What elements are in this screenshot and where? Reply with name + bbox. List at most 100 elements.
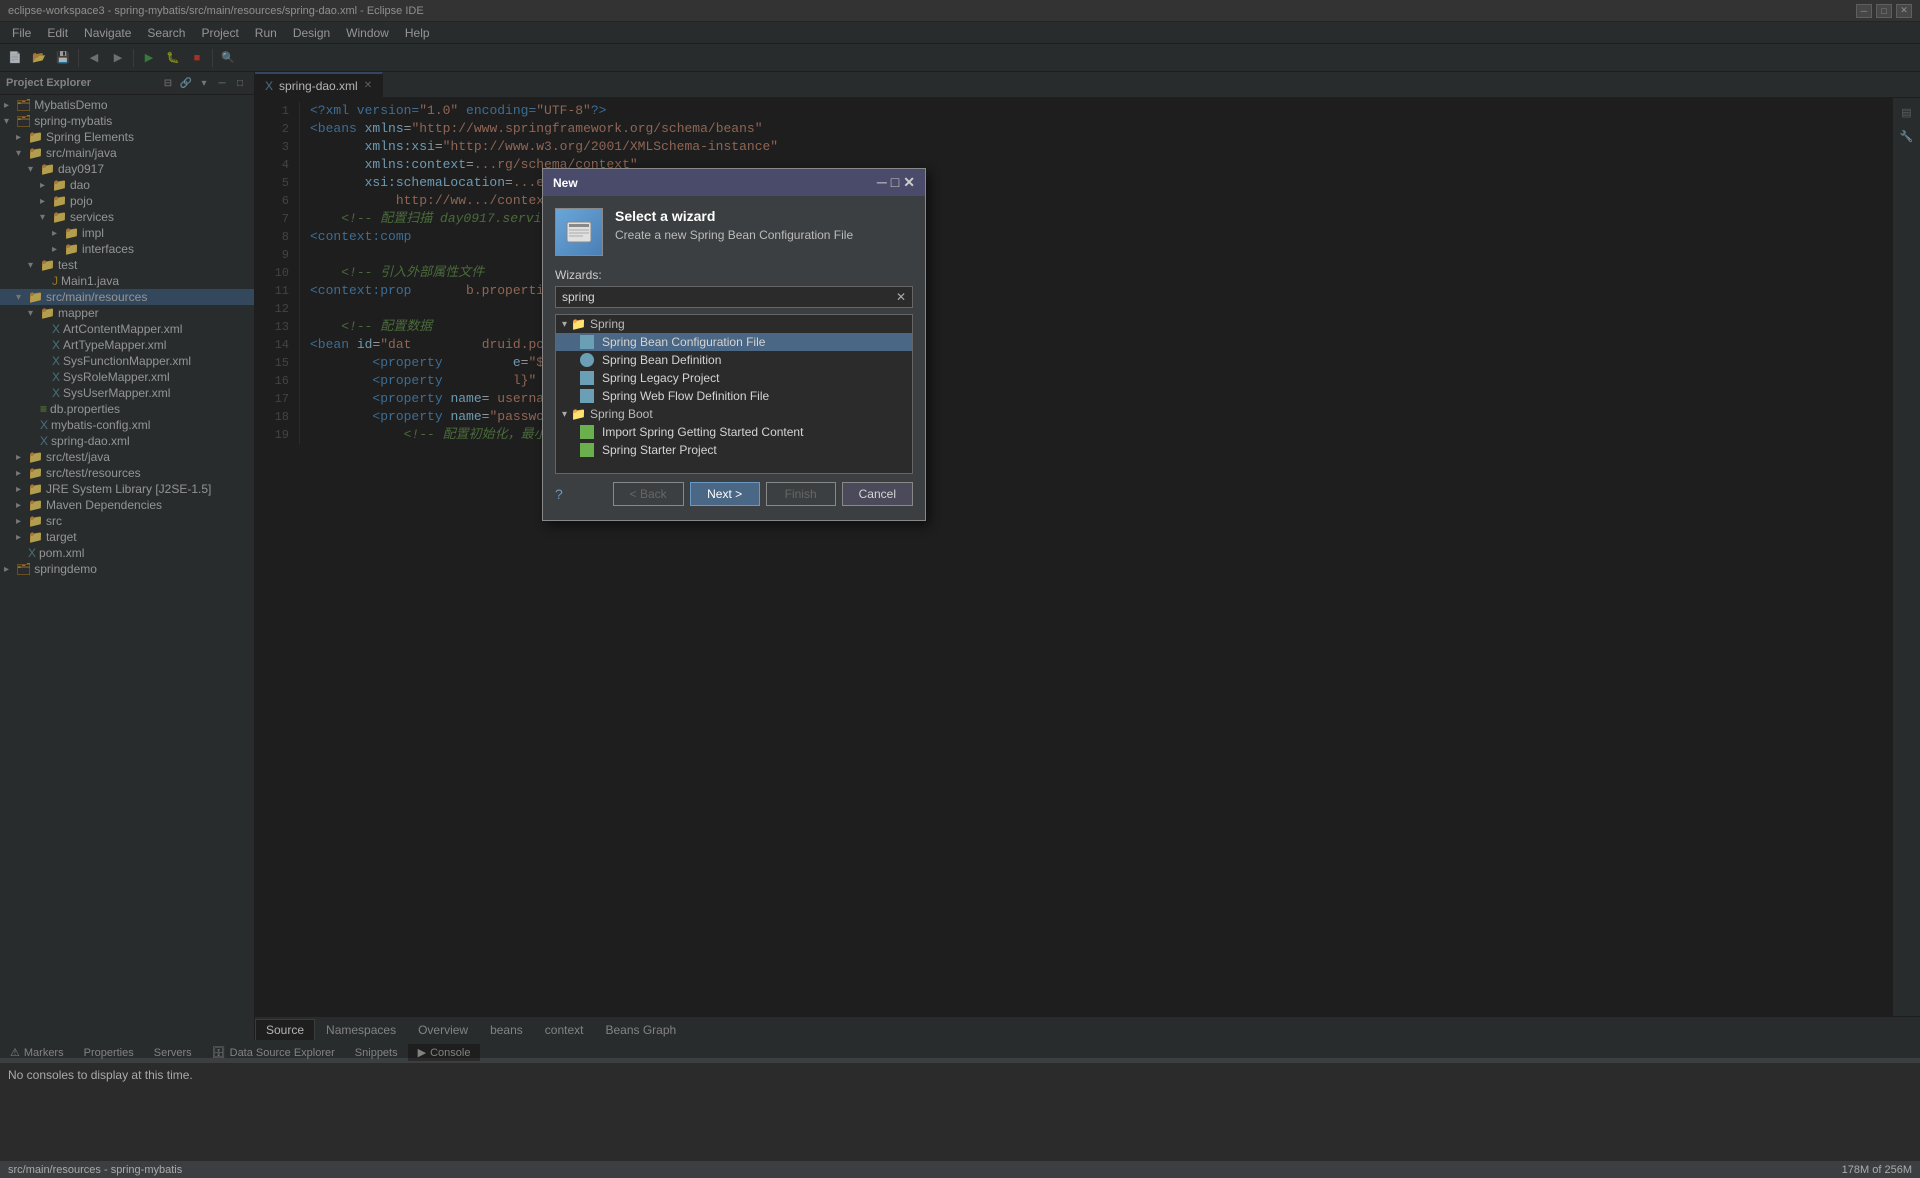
bp-tab-servers[interactable]: Servers (144, 1045, 202, 1061)
finish-button[interactable]: Finish (766, 482, 836, 506)
right-icon-1[interactable]: ▤ (1897, 102, 1917, 122)
dialog-close-btn[interactable]: ✕ (903, 174, 915, 191)
tree-mapper[interactable]: ▾ 📁 mapper (0, 305, 254, 321)
tree-jre[interactable]: ▸ 📁 JRE System Library [J2SE-1.5] (0, 481, 254, 497)
tree-src-test-java[interactable]: ▸ 📁 src/test/java (0, 449, 254, 465)
menu-run[interactable]: Run (247, 22, 285, 44)
tree-maven-deps[interactable]: ▸ 📁 Maven Dependencies (0, 497, 254, 513)
tree-src-main-java[interactable]: ▾ 📁 src/main/java (0, 145, 254, 161)
tree-src-main-resources[interactable]: ▾ 📁 src/main/resources (0, 289, 254, 305)
tree-mybatis-config[interactable]: X mybatis-config.xml (0, 417, 254, 433)
folder-icon-dao: 📁 (52, 178, 67, 192)
search-clear-btn[interactable]: ✕ (890, 288, 912, 306)
toolbar-search[interactable]: 🔍 (217, 47, 239, 69)
dialog-minimize-btn[interactable]: ─ (877, 174, 887, 191)
maximize-panel-btn[interactable]: □ (232, 75, 248, 91)
bp-tab-datasource[interactable]: 🗄 Data Source Explorer (202, 1044, 345, 1061)
tree-src-test-res[interactable]: ▸ 📁 src/test/resources (0, 465, 254, 481)
tree-spring-mybatis[interactable]: ▾ 🗂 spring-mybatis (0, 113, 254, 129)
dialog-maximize-btn[interactable]: □ (891, 174, 899, 191)
toolbar-save[interactable]: 💾 (52, 47, 74, 69)
toolbar-new[interactable]: 📄 (4, 47, 26, 69)
tree-artcontent[interactable]: X ArtContentMapper.xml (0, 321, 254, 337)
bp-tab-properties[interactable]: Properties (74, 1045, 144, 1061)
tree-sysfunction[interactable]: X SysFunctionMapper.xml (0, 353, 254, 369)
back-button[interactable]: < Back (613, 482, 684, 506)
tree-pojo[interactable]: ▸ 📁 pojo (0, 193, 254, 209)
tree-src[interactable]: ▸ 📁 src (0, 513, 254, 529)
folder-icon-maven-deps: 📁 (28, 498, 43, 512)
toggle-src-main-resources: ▾ (16, 292, 28, 303)
tree-interfaces[interactable]: ▸ 📁 interfaces (0, 241, 254, 257)
tree-services[interactable]: ▾ 📁 services (0, 209, 254, 225)
wizard-tree-list[interactable]: ▾ 📁 Spring Spring Bean Configuration Fil… (555, 314, 913, 474)
tree-arttype[interactable]: X ArtTypeMapper.xml (0, 337, 254, 353)
bp-tab-snippets[interactable]: Snippets (345, 1045, 408, 1061)
prop-icon-db: ≡ (40, 402, 47, 416)
next-button[interactable]: Next > (690, 482, 760, 506)
wizard-item-spring-legacy[interactable]: Spring Legacy Project (556, 369, 912, 387)
wizard-group-spring-boot[interactable]: ▾ 📁 Spring Boot (556, 405, 912, 423)
btm-tab-source[interactable]: Source (255, 1019, 315, 1040)
toolbar-forward[interactable]: ▶ (107, 47, 129, 69)
wizard-item-spring-bean-def[interactable]: Spring Bean Definition (556, 351, 912, 369)
bp-tab-console[interactable]: ▶ Console (408, 1044, 481, 1061)
minimize-panel-btn[interactable]: ─ (214, 75, 230, 91)
tree-target[interactable]: ▸ 📁 target (0, 529, 254, 545)
tree-sysuser[interactable]: X SysUserMapper.xml (0, 385, 254, 401)
tree-main1[interactable]: J Main1.java (0, 273, 254, 289)
menu-edit[interactable]: Edit (39, 22, 76, 44)
tree-test[interactable]: ▾ 📁 test (0, 257, 254, 273)
tree-pom[interactable]: X pom.xml (0, 545, 254, 561)
maximize-btn[interactable]: □ (1876, 4, 1892, 18)
wizard-item-spring-web[interactable]: Spring Web Flow Definition File (556, 387, 912, 405)
minimize-btn[interactable]: ─ (1856, 4, 1872, 18)
collapse-all-btn[interactable]: ⊟ (160, 75, 176, 91)
menu-window[interactable]: Window (338, 22, 397, 44)
link-editor-btn[interactable]: 🔗 (178, 75, 194, 91)
cancel-button[interactable]: Cancel (842, 482, 913, 506)
menu-file[interactable]: File (4, 22, 39, 44)
wizard-search-box[interactable]: ✕ (555, 286, 913, 308)
editor-scroll[interactable]: 1 <?xml version="1.0" encoding="UTF-8"?>… (255, 98, 1892, 1016)
wizard-item-import-spring[interactable]: Import Spring Getting Started Content (556, 423, 912, 441)
tab-close-btn[interactable]: ✕ (364, 80, 372, 91)
btm-tab-beans-graph[interactable]: Beans Graph (594, 1019, 687, 1040)
status-left: src/main/resources - spring-mybatis (8, 1164, 182, 1176)
btm-tab-beans[interactable]: beans (479, 1019, 534, 1040)
tree-spring-dao[interactable]: X spring-dao.xml (0, 433, 254, 449)
right-icon-2[interactable]: 🔧 (1897, 126, 1917, 146)
menu-navigate[interactable]: Navigate (76, 22, 139, 44)
tree-dao[interactable]: ▸ 📁 dao (0, 177, 254, 193)
editor-tab-spring-dao[interactable]: X spring-dao.xml ✕ (255, 72, 383, 97)
tree-spring-elements[interactable]: ▸ 📁 Spring Elements (0, 129, 254, 145)
wizard-group-spring[interactable]: ▾ 📁 Spring (556, 315, 912, 333)
toolbar-back[interactable]: ◀ (83, 47, 105, 69)
menu-project[interactable]: Project (193, 22, 246, 44)
help-icon[interactable]: ? (555, 486, 563, 502)
bottom-panel: ⚠ Markers Properties Servers 🗄 Data Sour… (0, 1040, 1920, 1160)
toolbar-stop[interactable]: ■ (186, 47, 208, 69)
toolbar-debug[interactable]: 🐛 (162, 47, 184, 69)
tree-sysrole[interactable]: X SysRoleMapper.xml (0, 369, 254, 385)
menu-design[interactable]: Design (285, 22, 338, 44)
btm-tab-namespaces[interactable]: Namespaces (315, 1019, 407, 1040)
btm-tab-context[interactable]: context (534, 1019, 595, 1040)
view-menu-btn[interactable]: ▾ (196, 75, 212, 91)
wizard-search-input[interactable] (556, 287, 890, 307)
btm-tab-overview[interactable]: Overview (407, 1019, 479, 1040)
close-btn[interactable]: ✕ (1896, 4, 1912, 18)
bp-tab-markers[interactable]: ⚠ Markers (0, 1044, 74, 1061)
wizard-item-spring-bean-config[interactable]: Spring Bean Configuration File (556, 333, 912, 351)
tree-springdemo[interactable]: ▸ 🗂 springdemo (0, 561, 254, 577)
toolbar-open[interactable]: 📂 (28, 47, 50, 69)
code-line-10: 10 <!-- 引入外部属性文件 (255, 264, 1892, 282)
toolbar-run[interactable]: ▶ (138, 47, 160, 69)
menu-search[interactable]: Search (139, 22, 193, 44)
wizard-item-spring-starter[interactable]: Spring Starter Project (556, 441, 912, 459)
tree-day0917[interactable]: ▾ 📁 day0917 (0, 161, 254, 177)
tree-db-properties[interactable]: ≡ db.properties (0, 401, 254, 417)
tree-mybatisdemo[interactable]: ▸ 🗂 MybatisDemo (0, 97, 254, 113)
tree-impl[interactable]: ▸ 📁 impl (0, 225, 254, 241)
menu-help[interactable]: Help (397, 22, 438, 44)
